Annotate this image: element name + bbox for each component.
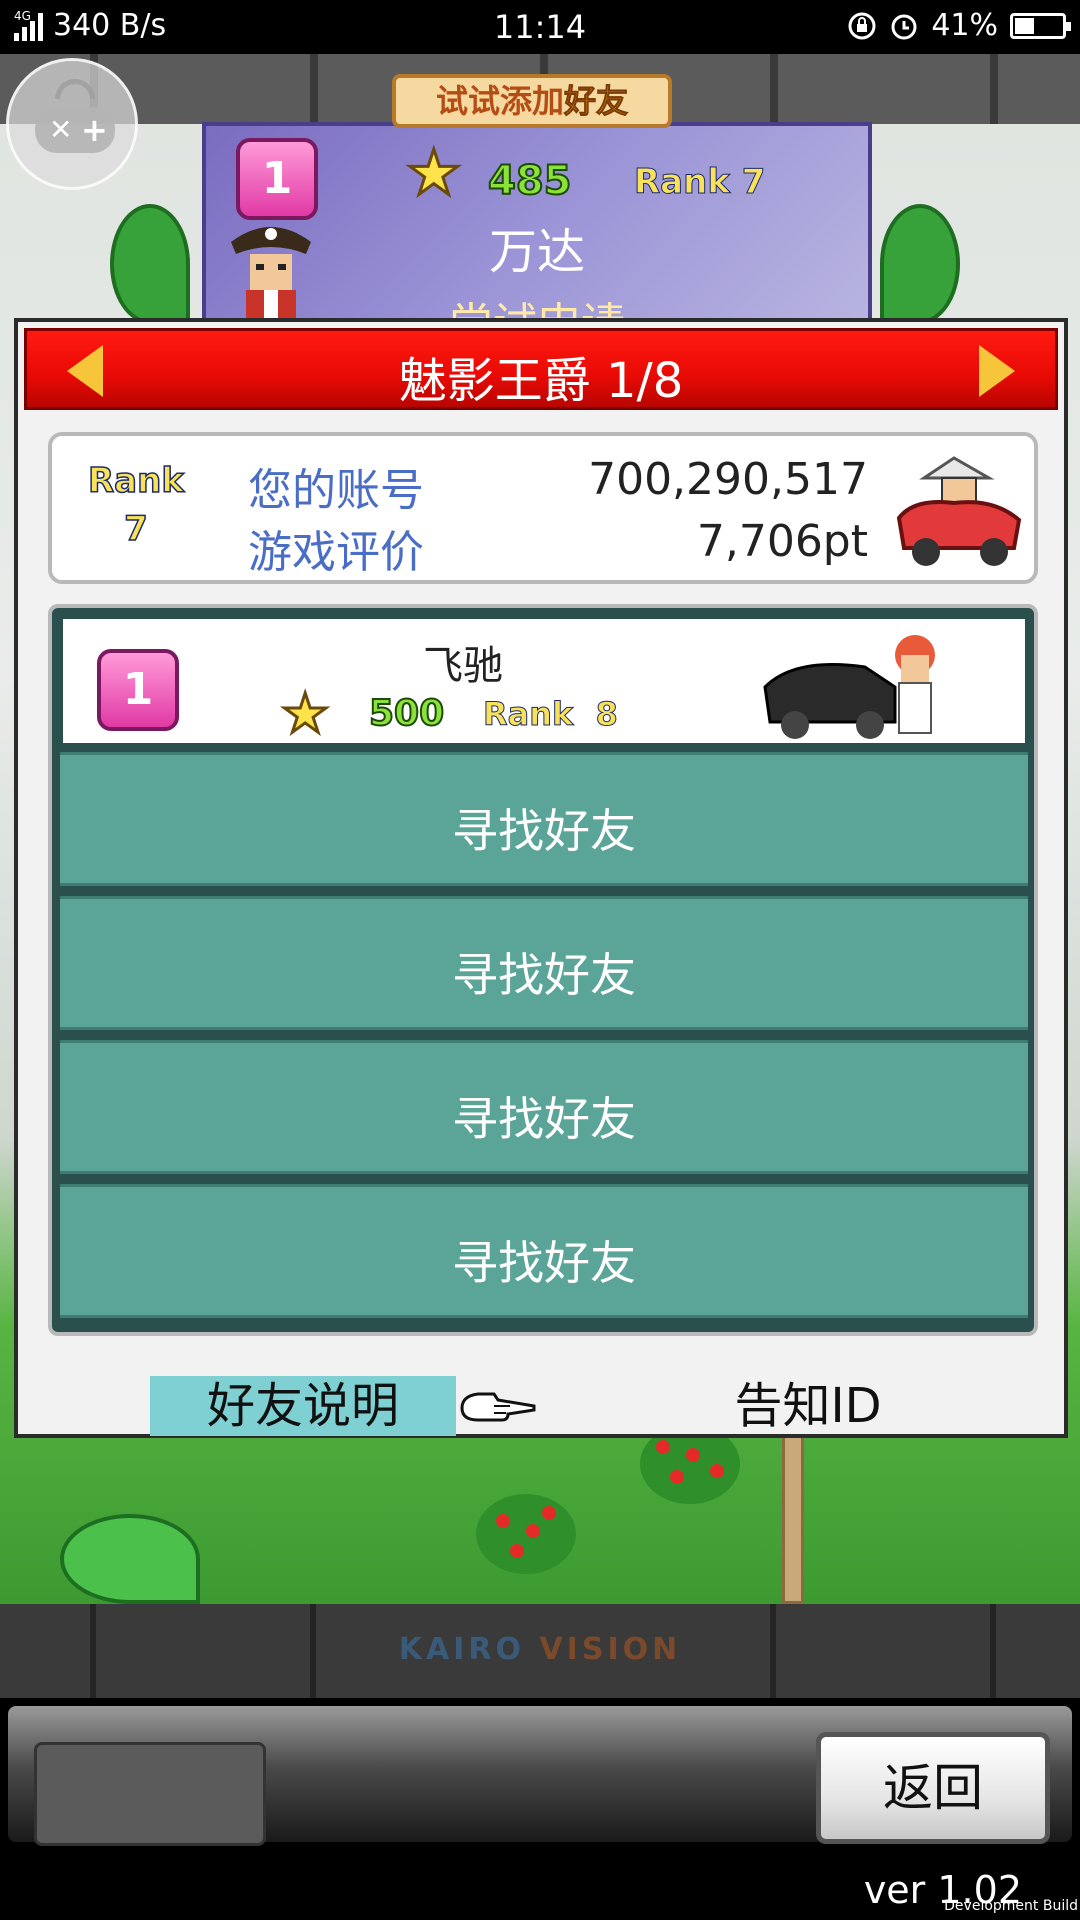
alarm-icon — [891, 14, 917, 39]
star-icon: ★ — [405, 136, 464, 209]
status-bar: 4G 340 B/s 11:14 41% — [0, 0, 1080, 54]
banner-tag: 试试添加好友 — [392, 74, 672, 128]
find-friend-slot[interactable]: 寻找好友 — [60, 896, 1028, 1030]
find-friend-slot[interactable]: 寻找好友 — [60, 752, 1028, 886]
build-note: Development Build — [944, 1898, 1078, 1914]
friend-rank: Rank 8 — [482, 695, 618, 734]
black-car-avatar — [763, 635, 935, 739]
level-badge: 1 — [236, 138, 318, 220]
banner-subtitle: 尝试申请 — [206, 288, 868, 318]
red-car-avatar — [896, 456, 1022, 566]
find-friend-slot[interactable]: 寻找好友 — [60, 1184, 1028, 1318]
panel-header: 魅影王爵 1/8 — [24, 328, 1058, 410]
next-arrow-icon[interactable] — [979, 345, 1015, 397]
account-label: 您的账号 — [248, 465, 424, 516]
banner-player-name: 万达 — [488, 224, 585, 280]
lock-rotation-icon — [848, 12, 876, 39]
friend-name: 飞驰 — [423, 643, 503, 689]
account-value: 700,290,517 — [588, 454, 868, 505]
banner-score: 485 — [487, 157, 572, 205]
find-friend-slot[interactable]: 寻找好友 — [60, 1040, 1028, 1174]
gamepad-icon[interactable]: ✕ + — [6, 58, 138, 190]
share-id-button[interactable]: 告知ID — [698, 1376, 918, 1436]
back-button[interactable]: 返回 — [816, 1732, 1050, 1844]
rating-value: 7,706pt — [696, 516, 868, 567]
account-card: Rank 7 您的账号 700,290,517 游戏评价 7,706pt — [48, 432, 1038, 584]
battery-icon — [1010, 12, 1071, 39]
panel-title: 魅影王爵 1/8 — [398, 353, 684, 409]
kairo-vision-logo: KAIRO VISION — [398, 1632, 682, 1667]
logo-strip: KAIRO VISION — [0, 1604, 1080, 1698]
battery-percent: 41% — [931, 8, 998, 43]
star-icon: ★ — [279, 682, 330, 745]
friend-help-button[interactable]: 好友说明 — [150, 1376, 456, 1436]
friends-panel: 魅影王爵 1/8 Rank 7 您的账号 700,290,517 游戏评价 7,… — [14, 318, 1068, 1438]
panel-footer: 好友说明 告知ID — [18, 1362, 1064, 1438]
friend-list: 1 飞驰 ★ 500 Rank 8 寻找好友 寻找好友 寻找好友 寻找好友 — [48, 604, 1038, 1336]
friend-score: 500 — [368, 692, 445, 735]
friend-entry[interactable]: 1 飞驰 ★ 500 Rank 8 — [60, 616, 1028, 746]
friend-suggestion-banner[interactable]: 1 ★ 485 Rank 7 万达 尝试申请 — [202, 122, 872, 322]
rating-label: 游戏评价 — [248, 527, 424, 578]
banner-rank: Rank 7 — [634, 162, 766, 203]
empty-slot-button[interactable] — [34, 1742, 266, 1846]
pointing-hand-icon — [460, 1392, 536, 1422]
bottom-bar: 返回 ver 1.02 Development Build — [0, 1698, 1080, 1920]
account-rank-badge: Rank 7 — [87, 460, 184, 549]
